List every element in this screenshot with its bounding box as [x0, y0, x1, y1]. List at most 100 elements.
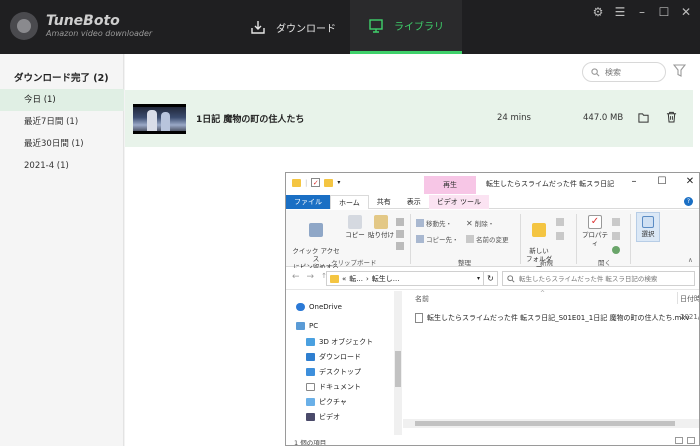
open-group-label: 開く [598, 259, 611, 267]
maximize-icon[interactable]: ☐ [655, 176, 669, 187]
copy-path-button[interactable] [396, 230, 404, 238]
column-header-date[interactable]: 日付時 [680, 294, 699, 304]
nav-item-pc[interactable]: PC [296, 322, 318, 330]
paste-icon [374, 215, 388, 229]
minimize-icon[interactable]: – [627, 176, 641, 187]
tab-library-label: ライブラリ [394, 22, 444, 33]
chevron-down-icon[interactable]: ▾ [337, 179, 340, 186]
app-subtitle: Amazon video downloader [46, 28, 153, 38]
minimize-icon[interactable]: – [636, 6, 648, 18]
open-folder-icon[interactable] [638, 112, 649, 123]
folder-icon [330, 274, 339, 283]
file-item[interactable]: 転生したらスライムだった件 転スラ日記_S01E01_1日記 魔物の町の住人たち… [415, 313, 690, 323]
video-size: 447.0 MB [583, 113, 624, 123]
select-button[interactable]: 選択 [636, 212, 660, 242]
copy-path-icon [396, 230, 404, 238]
nav-item-3d-objects[interactable]: 3D オブジェクト [306, 337, 373, 347]
close-icon[interactable]: ✕ [680, 6, 692, 18]
close-icon[interactable]: ✕ [683, 176, 697, 187]
nav-item-videos[interactable]: ビデオ [306, 412, 340, 422]
sidebar-item-today[interactable]: 今日 (1) [0, 89, 124, 111]
copy-button[interactable]: コピー [344, 215, 366, 239]
filter-icon[interactable] [673, 64, 686, 78]
large-icons-view-icon[interactable] [687, 437, 695, 444]
explorer-search-input[interactable] [519, 274, 689, 283]
cube-icon [306, 338, 315, 346]
tab-home[interactable]: ホーム [330, 195, 369, 209]
properties-quick-icon[interactable]: ✓ [311, 178, 321, 187]
explorer-search-box [502, 271, 695, 286]
navpane-scrollbar[interactable] [394, 291, 402, 435]
desktop-icon [306, 368, 315, 376]
select-grid-icon [642, 216, 654, 228]
sidebar-item-last-7-days[interactable]: 最近7日間 (1) [0, 111, 124, 133]
paste-button[interactable]: 貼り付け [368, 215, 394, 239]
move-to-button[interactable]: 移動先・ [416, 218, 452, 228]
rename-button[interactable]: 名前の変更 [466, 234, 509, 244]
video-file-icon [415, 313, 423, 323]
history-button[interactable] [612, 246, 620, 254]
tab-share[interactable]: 共有 [369, 195, 399, 209]
nav-item-onedrive[interactable]: OneDrive [296, 303, 342, 311]
tab-play-context[interactable]: 再生 [424, 176, 476, 194]
window-controls: ⚙ ☰ – ☐ ✕ [592, 6, 692, 18]
column-header-name[interactable]: 名前 [415, 294, 429, 304]
properties-button[interactable]: ✓ プロパティ [580, 215, 610, 247]
nav-item-documents[interactable]: ドキュメント [306, 382, 361, 392]
ribbon-collapse-icon[interactable]: ∧ [688, 256, 693, 264]
open-icon [612, 218, 620, 226]
sidebar-item-last-30-days[interactable]: 最近30日間 (1) [0, 133, 124, 155]
back-icon[interactable]: ← [292, 272, 300, 282]
delete-button[interactable]: ✕ 削除・ [466, 218, 494, 229]
library-row[interactable]: 1日記 魔物の町の住人たち 24 mins 447.0 MB [125, 90, 693, 147]
refresh-icon[interactable]: ↻ [484, 271, 498, 286]
paste-shortcut-button[interactable] [396, 242, 404, 250]
nav-item-desktop[interactable]: デスクトップ [306, 367, 361, 377]
edit-button[interactable] [612, 232, 620, 240]
cut-button[interactable] [396, 218, 404, 226]
maximize-icon[interactable]: ☐ [658, 6, 670, 18]
nav-item-pictures[interactable]: ピクチャ [306, 397, 347, 407]
sidebar-header: ダウンロード完了 (2) [14, 73, 109, 84]
chevron-down-icon[interactable]: ▾ [477, 275, 480, 282]
new-folder-quick-icon[interactable] [324, 178, 334, 187]
tab-view[interactable]: 表示 [399, 195, 429, 209]
details-view-icon[interactable] [675, 437, 683, 444]
tab-video-tools[interactable]: ビデオ ツール [428, 195, 490, 209]
breadcrumb-1[interactable]: 転... [349, 274, 363, 284]
app-logo-icon [10, 12, 38, 40]
help-icon[interactable]: ? [684, 197, 693, 206]
nav-item-downloads[interactable]: ダウンロード [306, 352, 361, 362]
search-box [582, 62, 666, 82]
address-bar[interactable]: « 転... › 転生し... ▾ [326, 271, 484, 286]
tab-download[interactable]: ダウンロード [236, 0, 350, 54]
search-icon [507, 274, 515, 283]
new-item-button[interactable] [556, 218, 564, 226]
file-list: ^ 名前 日付時 転生したらスライムだった件 転スラ日記_S01E01_1日記 … [403, 290, 699, 435]
horizontal-scrollbar[interactable] [403, 419, 699, 428]
open-button[interactable] [612, 218, 620, 226]
video-icon [306, 413, 315, 421]
properties-label: プロパティ [582, 231, 608, 247]
tab-file[interactable]: ファイル [286, 195, 330, 209]
tab-library[interactable]: ライブラリ [350, 0, 462, 54]
copy-to-button[interactable]: コピー先・ [416, 234, 459, 244]
breadcrumb-2[interactable]: 転生し... [372, 274, 400, 284]
video-thumbnail [133, 104, 186, 134]
easy-access-button[interactable] [556, 232, 564, 240]
cloud-icon [296, 303, 305, 311]
search-input[interactable] [605, 67, 661, 77]
delete-icon: ✕ [466, 218, 473, 228]
gear-icon[interactable]: ⚙ [592, 6, 604, 18]
forward-icon[interactable]: → [307, 272, 315, 282]
cut-icon [396, 218, 404, 226]
explorer-title-bar: | ✓ ▾ 再生 転生したらスライムだった件 転スラ日記 – ☐ ✕ [286, 173, 699, 195]
explorer-window-controls: – ☐ ✕ [627, 176, 697, 187]
sidebar-item-month[interactable]: 2021-4 (1) [0, 155, 124, 177]
explorer-window-title: 転生したらスライムだった件 転スラ日記 [486, 180, 615, 188]
video-title: 1日記 魔物の町の住人たち [196, 115, 305, 125]
trash-icon[interactable] [666, 111, 677, 123]
new-folder-icon [532, 223, 546, 237]
monitor-icon [369, 18, 383, 33]
menu-icon[interactable]: ☰ [614, 6, 626, 18]
